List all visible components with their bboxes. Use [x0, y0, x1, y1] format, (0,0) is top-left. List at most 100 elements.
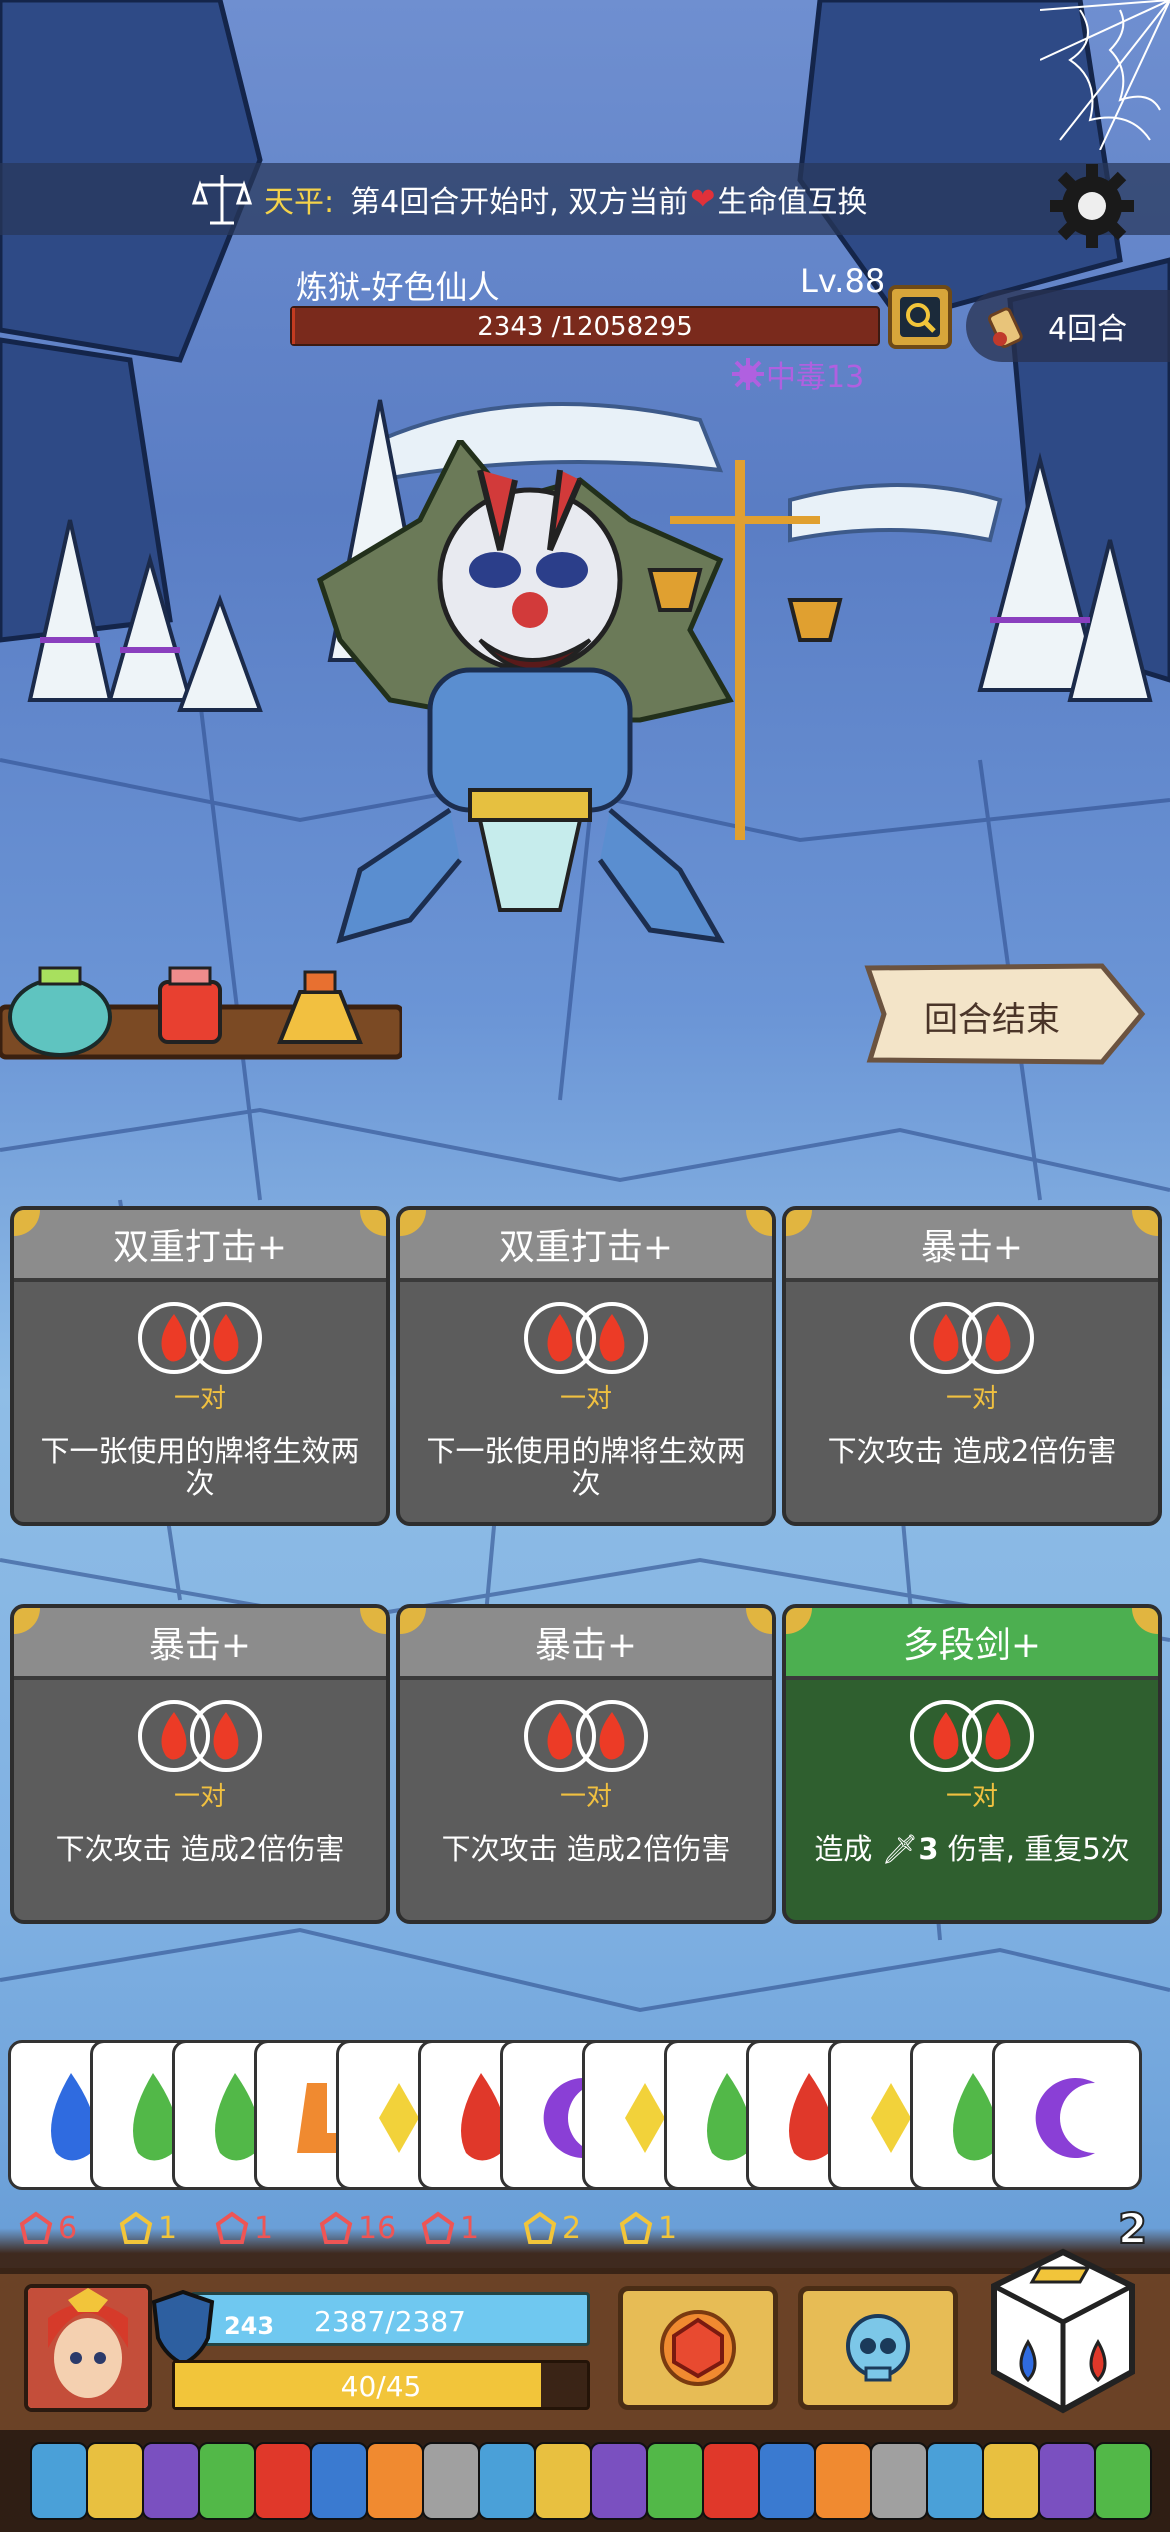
fire-pair-icon [524, 1302, 648, 1374]
status-effect[interactable]: 1 [618, 2210, 677, 2246]
roll-dice-button[interactable] [988, 2246, 1138, 2416]
status-effect-value: 2 [562, 2210, 582, 2246]
player-status-effects: 6 1 1 16 1 2 1 [18, 2210, 1118, 2260]
card-title: 暴击+ [920, 1227, 1024, 1268]
card-title: 暴击+ [148, 1625, 252, 1666]
status-effect-value: 6 [58, 2210, 78, 2246]
status-effect[interactable]: 2 [522, 2210, 581, 2246]
skill-card[interactable]: 暴击+ 一对 下次攻击 造成2倍伤害 [782, 1206, 1162, 1526]
card-title: 双重打击+ [498, 1227, 674, 1268]
card-description: 下次攻击 造成2倍伤害 [55, 1832, 345, 1866]
enemy-name: 炼狱-好色仙人 [296, 268, 500, 306]
status-effect[interactable]: 6 [18, 2210, 77, 2246]
dice-slot-pair[interactable] [518, 1698, 654, 1774]
card-requirement: 一对 [173, 1782, 226, 1812]
dice-slot-pair[interactable] [904, 1698, 1040, 1774]
relic-item-icon[interactable] [366, 2442, 424, 2520]
poison-label: 中毒13 [766, 360, 865, 395]
enemy-hp-bar: 2343 /12058295 [290, 306, 880, 346]
relic-item-icon[interactable] [926, 2442, 984, 2520]
relic-item-icon[interactable] [534, 2442, 592, 2520]
dice-slot-pair[interactable] [132, 1300, 268, 1376]
relic-item-icon[interactable] [702, 2442, 760, 2520]
wing-icon [19, 2211, 53, 2244]
relic-item-icon[interactable] [1094, 2442, 1152, 2520]
card-corner [14, 1210, 40, 1236]
card-header: 暴击+ [400, 1608, 772, 1680]
card-corner [360, 1608, 386, 1634]
card-description: 下次攻击 造成2倍伤害 [441, 1832, 731, 1866]
skull-skill-button[interactable] [798, 2286, 958, 2410]
status-effect-value: 1 [254, 2210, 274, 2246]
fire-pair-icon [138, 1302, 262, 1374]
relic-item-icon[interactable] [30, 2442, 88, 2520]
potion-red-icon [158, 966, 222, 1044]
status-effect-value: 16 [358, 2210, 397, 2246]
skill-card[interactable]: 双重打击+ 一对 下一张使用的牌将生效两次 [10, 1206, 390, 1526]
skill-card[interactable]: 双重打击+ 一对 下一张使用的牌将生效两次 [396, 1206, 776, 1526]
relic-item-icon[interactable] [870, 2442, 928, 2520]
enemy-monster[interactable] [300, 440, 860, 1000]
card-corner [400, 1210, 426, 1236]
relic-item-icon[interactable] [814, 2442, 872, 2520]
potion-rainbow-icon [8, 966, 112, 1057]
card-desc-number: 3 [918, 1832, 939, 1866]
dice-slot-pair[interactable] [904, 1300, 1040, 1376]
relic-item-icon[interactable] [1038, 2442, 1096, 2520]
skill-card[interactable]: 多段剑+ 一对 造成 🗡3 伤害, 重复5次 [782, 1604, 1162, 1924]
relic-item-icon[interactable] [198, 2442, 256, 2520]
rune-icon [319, 2211, 353, 2244]
enemy-info-button[interactable] [888, 285, 952, 349]
relic-inventory-strip[interactable] [0, 2430, 1170, 2532]
hero-portrait [28, 2288, 148, 2408]
scale-icon [191, 175, 253, 225]
double-arrow-icon [523, 2211, 557, 2244]
round-effect-banner: 天平: 第4回合开始时, 双方当前 ❤ 生命值互换 [0, 163, 1170, 235]
relic-item-icon[interactable] [86, 2442, 144, 2520]
skill-card[interactable]: 暴击+ 一对 下次攻击 造成2倍伤害 [10, 1604, 390, 1924]
card-requirement: 一对 [559, 1384, 612, 1414]
skill-card[interactable]: 暴击+ 一对 下次攻击 造成2倍伤害 [396, 1604, 776, 1924]
card-requirement: 一对 [945, 1782, 998, 1812]
relic-item-icon[interactable] [758, 2442, 816, 2520]
relic-item-icon[interactable] [310, 2442, 368, 2520]
settings-gear-icon[interactable] [1046, 160, 1138, 252]
card-description: 下次攻击 造成2倍伤害 [827, 1434, 1117, 1468]
hand-die-moon-purple[interactable] [992, 2040, 1142, 2190]
card-header: 暴击+ [786, 1210, 1158, 1282]
card-description: 下一张使用的牌将生效两次 [426, 1434, 746, 1500]
relic-item-icon[interactable] [422, 2442, 480, 2520]
relic-item-icon[interactable] [142, 2442, 200, 2520]
dice-slot-pair[interactable] [132, 1698, 268, 1774]
status-effect[interactable]: 1 [118, 2210, 177, 2246]
skull-icon [846, 2314, 910, 2382]
player-avatar[interactable] [24, 2284, 152, 2412]
shield-up-icon [119, 2211, 153, 2244]
status-effect[interactable]: 16 [318, 2210, 396, 2246]
relic-item-icon[interactable] [590, 2442, 648, 2520]
sword-icon: 🗡 [881, 1832, 919, 1866]
lotus-icon [421, 2211, 455, 2244]
card-header: 暴击+ [14, 1608, 386, 1680]
fire-pair-icon [910, 1302, 1034, 1374]
end-turn-button[interactable]: 回合结束 [862, 962, 1150, 1066]
relic-item-icon[interactable] [646, 2442, 704, 2520]
relic-item-icon[interactable] [478, 2442, 536, 2520]
card-corner [786, 1608, 812, 1634]
dice-slot-pair[interactable] [518, 1300, 654, 1376]
sun-dice-skill-button[interactable] [618, 2286, 778, 2410]
status-effect[interactable]: 1 [214, 2210, 273, 2246]
card-title: 暴击+ [534, 1625, 638, 1666]
card-corner [400, 1608, 426, 1634]
scroll-icon [988, 307, 1023, 348]
relic-item-icon[interactable] [254, 2442, 312, 2520]
relic-item-icon[interactable] [982, 2442, 1040, 2520]
banner-text: 第4回合开始时, 双方当前 [350, 185, 689, 220]
poison-status: 中毒13 [730, 352, 864, 396]
fire-pair-icon [524, 1700, 648, 1772]
sun-dice-icon [660, 2310, 736, 2386]
armor-shield-icon [151, 2289, 215, 2367]
triangle-icon [619, 2211, 653, 2244]
card-header: 双重打击+ [14, 1210, 386, 1282]
status-effect[interactable]: 1 [420, 2210, 479, 2246]
